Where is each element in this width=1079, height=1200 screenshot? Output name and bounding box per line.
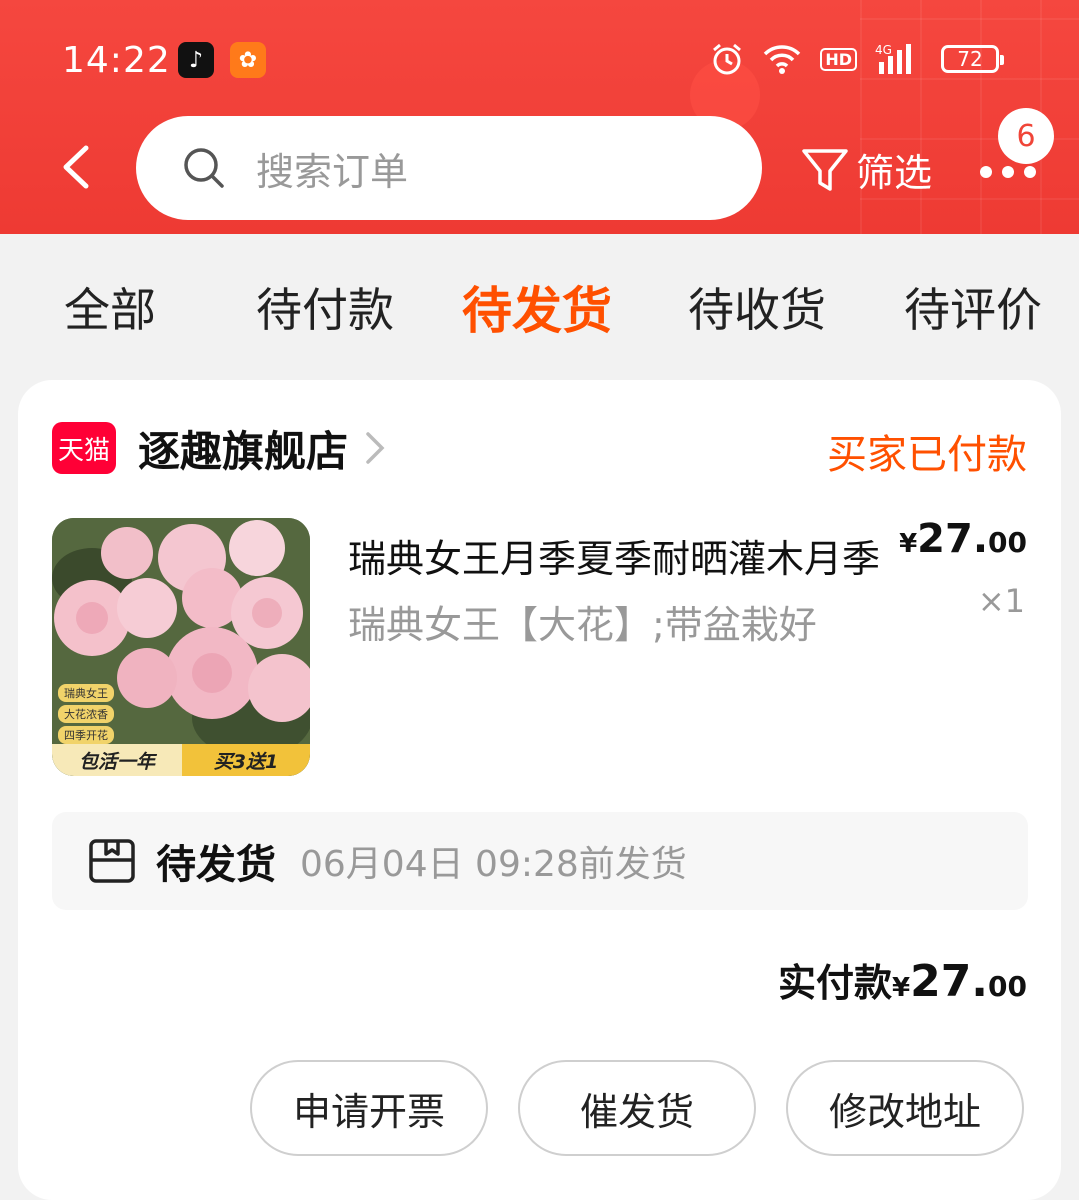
- more-dot-icon: [980, 166, 992, 178]
- price-integer: 27.: [917, 516, 989, 562]
- shop-name: 逐趣旗舰店: [138, 426, 349, 476]
- filter-label: 筛选: [856, 151, 933, 195]
- status-time: 14:22: [62, 40, 171, 81]
- hd-badge: HD: [820, 47, 857, 71]
- price-decimal: 00: [988, 526, 1027, 559]
- package-box-icon: [89, 839, 135, 883]
- image-banner: 包活一年 买3送1: [52, 744, 310, 776]
- tmall-logo: 天猫: [52, 422, 116, 474]
- total-integer: 27.: [910, 956, 989, 1007]
- order-tabs: 全部 待付款 待发货 待收货 待评价: [0, 234, 1079, 374]
- shipping-status-box[interactable]: 待发货 06月04日 09:28前发货: [52, 812, 1028, 910]
- total-paid: 实付款 ¥27. 00: [778, 952, 1027, 1007]
- top-header: 14:22 ♪ ✿ HD 4G 72 搜索订单 筛选 6: [0, 0, 1079, 234]
- chevron-right-icon: [366, 432, 385, 464]
- order-card: 天猫 逐趣旗舰店 买家已付款 瑞典女王 大花浓香 四季开花 包活一年 买3送1 …: [18, 380, 1061, 1200]
- image-tags: 瑞典女王 大花浓香 四季开花: [58, 684, 114, 747]
- shipping-status-label: 待发货: [156, 842, 276, 888]
- shop-link[interactable]: 天猫 逐趣旗舰店: [52, 418, 386, 478]
- change-address-button[interactable]: 修改地址: [786, 1060, 1024, 1156]
- tab-pending-payment[interactable]: 待付款: [256, 274, 394, 340]
- search-input[interactable]: 搜索订单: [136, 116, 762, 220]
- price-symbol: ¥: [899, 529, 918, 559]
- shipping-deadline: 06月04日 09:28前发货: [300, 844, 687, 885]
- nav-row: 搜索订单 筛选: [0, 116, 1079, 220]
- svg-text:4G: 4G: [875, 43, 892, 57]
- more-dot-icon: [1024, 166, 1036, 178]
- order-status: 买家已付款: [827, 432, 1027, 478]
- tab-pending-receipt[interactable]: 待收货: [688, 274, 826, 340]
- back-arrow-icon[interactable]: [56, 144, 96, 190]
- kuaishou-app-icon: ✿: [230, 42, 266, 78]
- filter-icon: [802, 148, 848, 191]
- product-price: ¥27.00: [899, 516, 1027, 562]
- urge-shipment-button[interactable]: 催发货: [518, 1060, 756, 1156]
- image-tag: 瑞典女王: [58, 684, 114, 702]
- cellular-signal-icon: 4G: [875, 43, 911, 74]
- tab-all[interactable]: 全部: [64, 274, 156, 340]
- alarm-icon: [713, 43, 742, 75]
- total-symbol: ¥: [891, 973, 911, 1003]
- search-placeholder: 搜索订单: [256, 149, 409, 194]
- image-tag: 大花浓香: [58, 705, 114, 723]
- wifi-icon: [764, 45, 801, 74]
- message-count-badge: 6: [998, 108, 1054, 164]
- battery-icon: 72: [941, 45, 1004, 73]
- total-decimal: 00: [988, 970, 1027, 1003]
- request-invoice-button[interactable]: 申请开票: [250, 1060, 488, 1156]
- product-title[interactable]: 瑞典女王月季夏季耐晒灌木月季: [348, 528, 898, 583]
- status-bar: 14:22 ♪ ✿ HD 4G 72: [0, 38, 1079, 88]
- status-icons: HD 4G 72: [710, 42, 1004, 76]
- search-icon: [184, 148, 224, 188]
- tiktok-app-icon: ♪: [178, 42, 214, 78]
- image-banner-right: 买3送1: [182, 744, 310, 776]
- total-label: 实付款: [777, 961, 892, 1005]
- filter-button[interactable]: 筛选: [800, 142, 932, 197]
- image-tag: 四季开花: [58, 726, 114, 744]
- product-quantity: ×1: [977, 582, 1025, 620]
- more-dot-icon: [1002, 166, 1014, 178]
- tab-pending-shipment[interactable]: 待发货: [462, 271, 612, 343]
- product-spec: 瑞典女王【大花】;带盆栽好: [348, 603, 817, 647]
- tab-pending-review[interactable]: 待评价: [904, 274, 1042, 340]
- image-banner-left: 包活一年: [52, 744, 182, 776]
- product-image[interactable]: 瑞典女王 大花浓香 四季开花 包活一年 买3送1: [52, 518, 310, 776]
